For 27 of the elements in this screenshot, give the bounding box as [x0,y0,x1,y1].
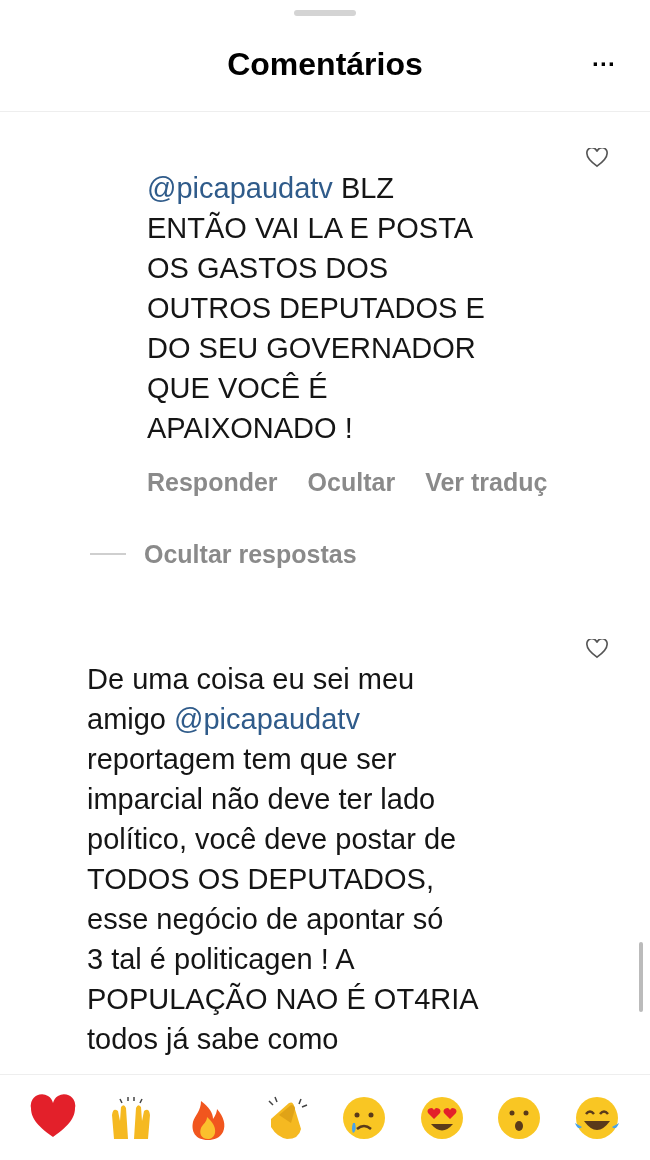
comment-line: todos já sabe como [87,1022,339,1057]
comment-line: reportagem tem que ser [87,742,397,777]
title: Comentários [227,44,423,84]
comment-line: QUE VOCÊ É [147,371,328,406]
comment-line: esse negócio de apontar só [87,902,444,937]
comment-line: OS GASTOS DOS [147,251,389,286]
heart-icon[interactable] [586,148,608,168]
comment-line: TODOS OS DEPUTADOS, [87,862,434,897]
scrollbar[interactable] [639,942,643,1012]
comment-line: 3 tal é politicagen ! A [87,942,355,977]
hide-replies-link[interactable]: Ocultar respostas [144,535,357,573]
more-button[interactable]: ··· [592,45,616,82]
comment-line: @picapaudatv BLZ [147,171,395,206]
comment-line: POPULAÇÃO NAO É OT4RIA [87,981,479,1017]
comment-line: OUTROS DEPUTADOS E [147,291,485,326]
comment-line: DO SEU GOVERNADOR [147,331,476,366]
comment-action[interactable]: Responder [147,464,278,502]
comment-line: amigo @picapaudatv [87,702,360,737]
comment-action[interactable]: Ver traduç [425,464,548,502]
comment-action[interactable]: Ocultar [307,464,396,502]
comment-line: ENTÃO VAI LA E POSTA [147,210,474,246]
comment-line: imparcial não deve ter lado [87,782,436,817]
heart-icon[interactable] [586,639,608,659]
comment-line: APAIXONADO ! [147,411,353,446]
drag-handle[interactable] [294,10,356,16]
comment-line: político, você deve postar de [87,822,457,857]
comment-line: De uma coisa eu sei meu [87,662,415,697]
